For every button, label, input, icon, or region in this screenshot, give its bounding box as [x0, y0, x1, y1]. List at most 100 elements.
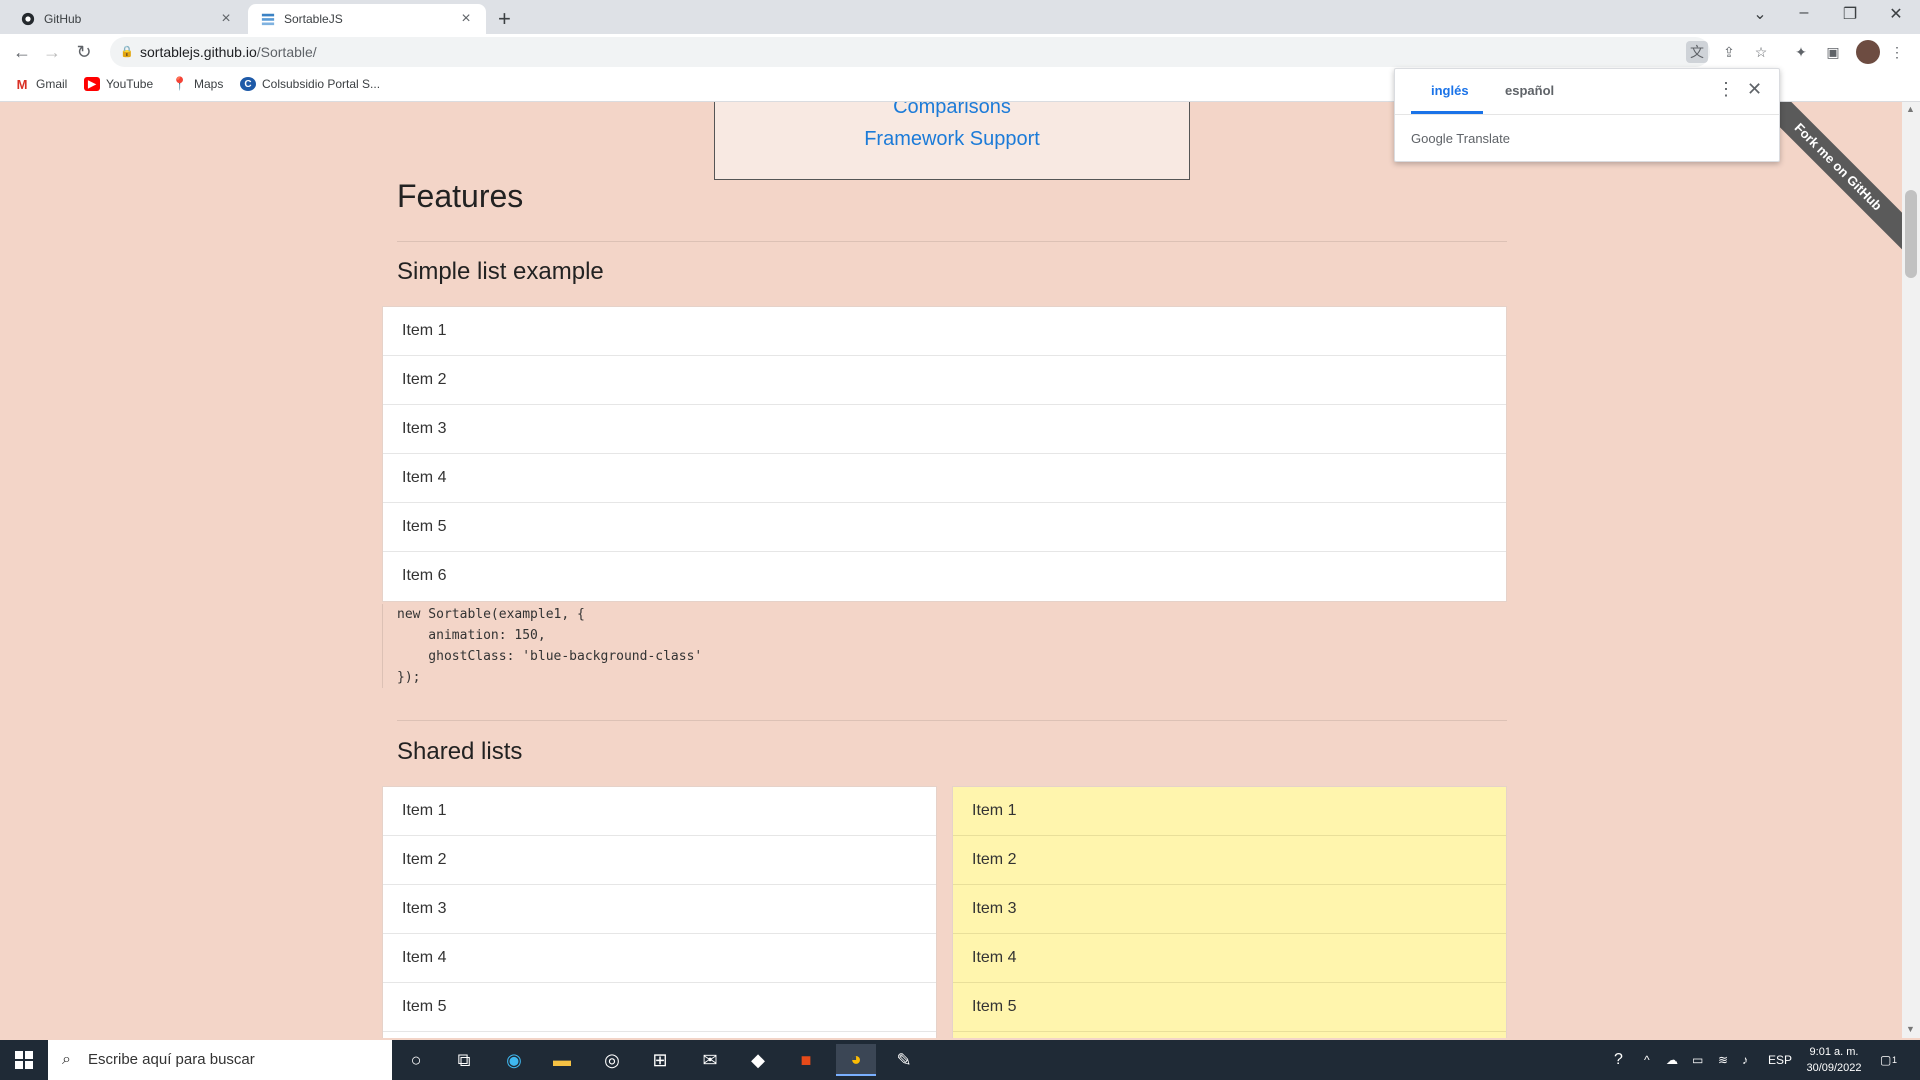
code-example: new Sortable(example1, { animation: 150,…: [382, 604, 982, 688]
tab-sortablejs[interactable]: SortableJS ×: [248, 4, 486, 34]
toc-box: Comparisons Framework Support: [714, 102, 1190, 180]
sortablejs-icon: [260, 11, 276, 27]
edge-icon[interactable]: ◉: [494, 1044, 534, 1076]
close-icon[interactable]: ✕: [1747, 79, 1762, 100]
google-translate-brand: Google Translate: [1411, 131, 1511, 146]
lock-icon: 🔒: [120, 46, 134, 58]
page-title: Features: [397, 178, 524, 214]
selected-tab-indicator: [1411, 111, 1483, 114]
url-host: sortablejs.github.io: [140, 44, 257, 60]
page-scrollbar[interactable]: ▲ ▼: [1902, 102, 1920, 1038]
bookmark-gmail[interactable]: M Gmail: [14, 77, 68, 92]
volume-icon[interactable]: ♪: [1742, 1040, 1748, 1080]
list-item[interactable]: Item 3: [383, 885, 936, 934]
file-explorer-icon[interactable]: ▬: [542, 1044, 582, 1076]
toc-link-comparisons[interactable]: Comparisons: [715, 102, 1189, 123]
tab-github[interactable]: GitHub ×: [8, 4, 246, 34]
wifi-icon[interactable]: ≋: [1718, 1040, 1728, 1080]
store-icon[interactable]: ⊞: [640, 1044, 680, 1076]
list-item[interactable]: Item 3: [953, 885, 1506, 934]
new-tab-button[interactable]: +: [498, 6, 511, 32]
onedrive-icon[interactable]: ☁: [1666, 1040, 1678, 1080]
page-content: Comparisons Framework Support Features S…: [0, 102, 1902, 1038]
tab-label: SortableJS: [284, 12, 343, 26]
bookmark-maps[interactable]: 📍 Maps: [171, 76, 223, 91]
address-bar[interactable]: 🔒 sortablejs.github.io/Sortable/: [110, 37, 1710, 67]
show-hidden-icons[interactable]: ^: [1644, 1040, 1650, 1080]
list-item[interactable]: [953, 1032, 1506, 1038]
notifications-icon[interactable]: ▢: [1880, 1040, 1891, 1080]
close-tab-icon[interactable]: ×: [218, 10, 234, 28]
simple-list: Item 1 Item 2 Item 3 Item 4 Item 5 Item …: [382, 306, 1507, 602]
github-icon: [20, 11, 36, 27]
reload-icon[interactable]: ↻: [72, 40, 96, 64]
translate-tab-target[interactable]: español: [1505, 83, 1554, 98]
list-item[interactable]: Item 4: [953, 934, 1506, 983]
restore-icon[interactable]: ❐: [1830, 4, 1870, 24]
back-icon[interactable]: ←: [10, 40, 34, 64]
maps-pin-icon: 📍: [171, 76, 189, 91]
bookmark-label: YouTube: [106, 77, 154, 91]
list-item[interactable]: Item 4: [383, 454, 1506, 503]
list-item[interactable]: Item 4: [383, 934, 936, 983]
task-view-icon[interactable]: ⧉: [444, 1044, 484, 1076]
device-icon[interactable]: ▭: [1692, 1040, 1703, 1080]
tab-label: GitHub: [44, 12, 82, 26]
search-placeholder: Escribe aquí para buscar: [88, 1051, 255, 1068]
dropbox-icon[interactable]: ◆: [738, 1044, 778, 1076]
notification-count: 1: [1892, 1055, 1898, 1065]
menu-icon[interactable]: ⋮: [1886, 41, 1908, 63]
bookmark-colsubsidio[interactable]: C Colsubsidio Portal S...: [240, 77, 380, 91]
translate-tab-source[interactable]: inglés: [1431, 83, 1469, 98]
side-panel-icon[interactable]: ▣: [1822, 41, 1844, 63]
cortana-icon[interactable]: ○: [396, 1044, 436, 1076]
divider: [397, 720, 1507, 721]
windows-logo-icon: [15, 1051, 33, 1069]
paint-icon[interactable]: ✎: [884, 1044, 924, 1076]
toc-link-framework-support[interactable]: Framework Support: [715, 123, 1189, 155]
more-options-icon[interactable]: ⋮: [1717, 79, 1735, 100]
divider: [397, 241, 1507, 242]
office-icon[interactable]: ■: [786, 1044, 826, 1076]
close-tab-icon[interactable]: ×: [458, 10, 474, 28]
taskbar-search[interactable]: ⌕ Escribe aquí para buscar: [48, 1040, 392, 1080]
tab-search-icon[interactable]: ⌄: [1740, 4, 1780, 24]
language-indicator[interactable]: ESP: [1768, 1040, 1792, 1080]
list-item[interactable]: Item 5: [383, 983, 936, 1032]
list-item[interactable]: Item 2: [953, 836, 1506, 885]
list-item[interactable]: Item 5: [383, 503, 1506, 552]
chrome-icon[interactable]: ◕: [836, 1044, 876, 1076]
youtube-icon: ▶: [84, 77, 100, 91]
translate-icon[interactable]: 文: [1686, 41, 1708, 63]
bookmark-label: Colsubsidio Portal S...: [262, 77, 381, 91]
list-item[interactable]: Item 3: [383, 405, 1506, 454]
url-path: /Sortable/: [256, 44, 317, 60]
section-heading-shared-lists: Shared lists: [397, 738, 523, 765]
app-icon[interactable]: ◎: [592, 1044, 632, 1076]
list-item[interactable]: Item 2: [383, 356, 1506, 405]
scroll-thumb[interactable]: [1905, 190, 1917, 278]
list-item[interactable]: Item 1: [383, 787, 936, 836]
scroll-down-icon[interactable]: ▼: [1906, 1024, 1915, 1034]
list-item[interactable]: Item 5: [953, 983, 1506, 1032]
start-button[interactable]: [0, 1040, 48, 1080]
clock[interactable]: 9:01 a. m. 30/09/2022: [1798, 1044, 1870, 1076]
list-item[interactable]: Item 1: [953, 787, 1506, 836]
forward-icon[interactable]: →: [40, 40, 64, 64]
list-item[interactable]: Item 2: [383, 836, 936, 885]
minimize-icon[interactable]: –: [1784, 4, 1824, 22]
extensions-icon[interactable]: ✦: [1790, 41, 1812, 63]
translate-tabs: inglés español ⋮ ✕: [1395, 69, 1779, 115]
close-window-icon[interactable]: ✕: [1876, 4, 1916, 24]
list-item[interactable]: [383, 1032, 936, 1038]
list-item[interactable]: Item 1: [383, 307, 1506, 356]
bookmark-youtube[interactable]: ▶ YouTube: [84, 77, 153, 91]
mail-icon[interactable]: ✉: [690, 1044, 730, 1076]
scroll-up-icon[interactable]: ▲: [1906, 104, 1915, 114]
help-icon[interactable]: ?: [1614, 1040, 1623, 1080]
list-item[interactable]: Item 6: [383, 552, 1506, 601]
bookmark-star-icon[interactable]: ☆: [1750, 41, 1772, 63]
bookmark-label: Gmail: [36, 77, 68, 91]
avatar[interactable]: [1856, 40, 1880, 64]
share-icon[interactable]: ⇪: [1718, 41, 1740, 63]
